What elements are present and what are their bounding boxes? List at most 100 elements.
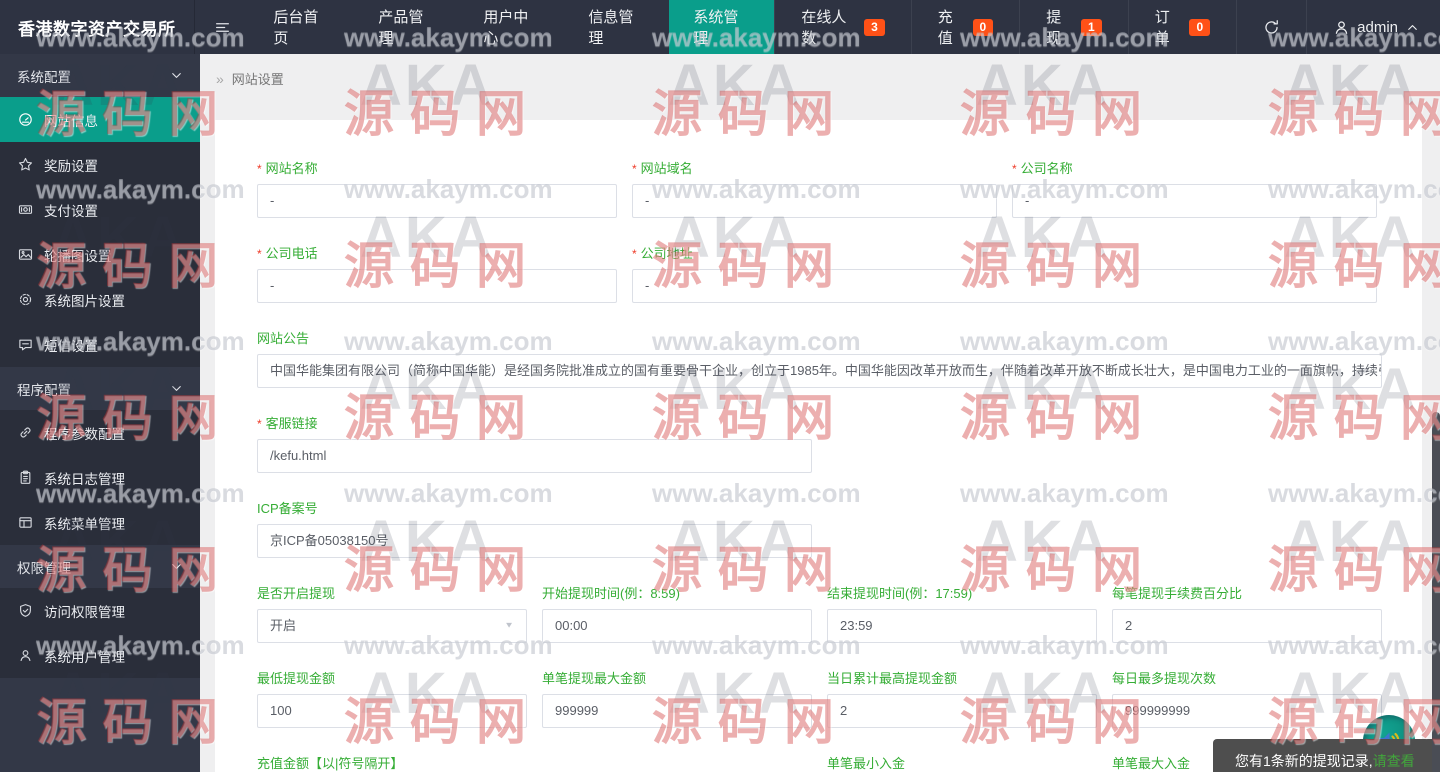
admin-menu[interactable]: admin [1306,0,1440,54]
form-row-6: 最低提现金额 100 单笔提现最大金额 999999 当日累计最高提现金额 2 每日最多提现… [257,672,1382,728]
sidebar-item-0-0[interactable]: 网站信息 [0,97,200,142]
field-label-site-name: * 网站名称 [257,161,617,177]
sidebar-item-label: 奖励设置 [44,158,98,174]
nav-stats: 在线人数 3 充值 0 提现 1 订单 0 [774,0,1236,54]
sidebar-item-1-1[interactable]: 系统日志管理 [0,455,200,500]
sidebar-item-0-4[interactable]: 系统图片设置 [0,277,200,322]
nav-stat-2[interactable]: 提现 1 [1019,0,1127,54]
sidebar-item-0-1[interactable]: 奖励设置 [0,142,200,187]
field-input-company-address[interactable]: - [632,269,1377,303]
refresh-icon [1263,19,1280,36]
sidebar-group-items-0: 网站信息奖励设置支付设置轮播图设置系统图片设置 短信设置 [0,97,200,367]
field-label-service-link: * 客服链接 [257,416,812,432]
field-site-name: * 网站名称 - [257,162,617,218]
withdraw-notification-toast: 您有1条新的提现记录,请查看 [1213,739,1440,772]
sidebar-item-2-0[interactable]: 访问权限管理 [0,588,200,633]
field-input-service-link[interactable]: /kefu.html [257,439,812,473]
field-input-max-withdraw-per-order[interactable]: 999999 [542,694,812,728]
field-input-daily-max-withdraw-count[interactable]: 999999999 [1112,694,1382,728]
field-label-text: 公司电话 [265,246,318,261]
field-label-company-address: * 公司地址 [632,246,1377,262]
nav-stat-badge: 0 [972,18,994,36]
field-input-min-withdraw-amount[interactable]: 100 [257,694,527,728]
field-label-company-phone: * 公司电话 [257,246,617,262]
settings-card: * 网站名称 - * 网站域名 - * 公司名称 - * 公司电话 - * 公司地址 - 网站公告 中国华能集团… [215,120,1422,772]
sidebar-item-label: 支付设置 [44,203,98,219]
field-input-withdraw-enabled[interactable]: 开启 ▼ [257,609,527,643]
field-input-icp-number[interactable]: 京ICP备05038150号 [257,524,812,558]
sidebar-item-0-5[interactable]: 短信设置 [0,322,200,367]
sidebar-group-header-2[interactable]: 权限管理 [0,545,200,588]
sidebar-group-header-1[interactable]: 程序配置 [0,367,200,410]
field-label-text: 单笔最小入金 [827,756,906,771]
sidebar-item-2-1[interactable]: 系统用户管理 [0,633,200,678]
site-settings-form: * 网站名称 - * 网站域名 - * 公司名称 - * 公司电话 - * 公司地址 - 网站公告 中国华能集团… [215,120,1422,772]
sidebar-item-label: 轮播图设置 [44,248,112,264]
field-input-company-phone[interactable]: - [257,269,617,303]
app-logo: 香港数字资产交易所 [0,0,195,54]
field-label-text: 是否开启提现 [257,586,336,601]
sidebar-item-label: 程序参数配置 [44,426,125,442]
field-label-text: 网站域名 [640,161,693,176]
field-input-withdraw-end-time[interactable]: 23:59 [827,609,1097,643]
nav-stat-label: 充值 [937,9,953,47]
nav-item-0[interactable]: 后台首页 [249,0,354,54]
field-label-text: 公司地址 [640,246,693,261]
nav-item-2[interactable]: 用户中心 [459,0,564,54]
form-row-3: * 客服链接/kefu.html [257,417,1382,473]
field-daily-max-withdraw-count: 每日最多提现次数 999999999 [1112,672,1382,728]
refresh-button[interactable] [1236,0,1306,54]
banknote-icon [18,202,33,217]
nav-item-3[interactable]: 信息管理 [564,0,669,54]
nav-stat-3[interactable]: 订单 0 [1127,0,1236,54]
user-icon [1333,19,1350,36]
sidebar-group-label: 权限管理 [17,560,71,576]
nav-stat-0[interactable]: 在线人数 3 [774,0,910,54]
caret-down-icon: ▼ [504,621,514,630]
field-withdraw-end-time: 结束提现时间(例：17:59) 23:59 [827,587,1097,643]
field-icp-number: ICP备案号 京ICP备05038150号 [257,502,812,558]
field-label-withdraw-enabled: 是否开启提现 [257,587,527,601]
field-label-daily-max-withdraw-amount: 当日累计最高提现金额 [827,672,1097,686]
nav-stat-1[interactable]: 充值 0 [910,0,1019,54]
nav-item-4[interactable]: 系统管理 [669,0,775,54]
sidebar-item-0-2[interactable]: 支付设置 [0,187,200,232]
sidebar-group-header-0[interactable]: 系统配置 [0,54,200,97]
field-label-text: 客服链接 [265,416,318,431]
main-nav: 后台首页 产品管理 用户中心 信息管理 系统管理 [249,0,775,54]
sidebar-item-label: 系统菜单管理 [44,516,125,532]
vertical-scrollbar[interactable] [1432,412,1440,772]
field-label-text: 网站名称 [265,161,318,176]
sidebar-toggle-button[interactable] [195,0,249,54]
required-asterisk: * [257,162,262,176]
gauge-icon [18,112,33,127]
field-company-name: * 公司名称 - [1012,162,1377,218]
sidebar-item-1-2[interactable]: 系统菜单管理 [0,500,200,545]
breadcrumb: » 网站设置 [216,69,284,88]
sidebar-item-label: 系统图片设置 [44,293,125,309]
nav-item-1[interactable]: 产品管理 [354,0,459,54]
field-input-site-notice[interactable]: 中国华能集团有限公司（简称中国华能）是经国务院批准成立的国有重要骨干企业，创立于… [257,354,1382,388]
field-input-company-name[interactable]: - [1012,184,1377,218]
field-label-text: 最低提现金额 [257,671,336,686]
field-label-withdraw-end-time: 结束提现时间(例：17:59) [827,587,1097,601]
field-label-text: 开始提现时间(例：8:59) [542,586,680,601]
field-site-notice: 网站公告中国华能集团有限公司（简称中国华能）是经国务院批准成立的国有重要骨干企业… [257,332,1382,388]
field-label-company-name: * 公司名称 [1012,162,1377,177]
sidebar-item-label: 短信设置 [44,338,98,354]
field-input-site-domain[interactable]: - [632,184,997,218]
chevron-down-icon [169,68,184,83]
field-label-site-notice: 网站公告 [257,332,1382,346]
watermark-aka: AKA [360,53,495,118]
field-input-daily-max-withdraw-amount[interactable]: 2 [827,694,1097,728]
sidebar-item-0-3[interactable]: 轮播图设置 [0,232,200,277]
sidebar-item-1-0[interactable]: 程序参数配置 [0,410,200,455]
toast-view-link[interactable]: 请查看 [1373,753,1415,769]
field-input-withdraw-start-time[interactable]: 00:00 [542,609,812,643]
navbar-right: 在线人数 3 充值 0 提现 1 订单 0 admin [774,0,1440,54]
field-input-withdraw-fee-percent[interactable]: 2 [1112,609,1382,643]
gear-icon [18,292,33,307]
field-input-site-name[interactable]: - [257,184,617,218]
field-site-domain: * 网站域名 - [632,162,997,218]
sidebar-group-items-1: 程序参数配置系统日志管理系统菜单管理 [0,410,200,545]
